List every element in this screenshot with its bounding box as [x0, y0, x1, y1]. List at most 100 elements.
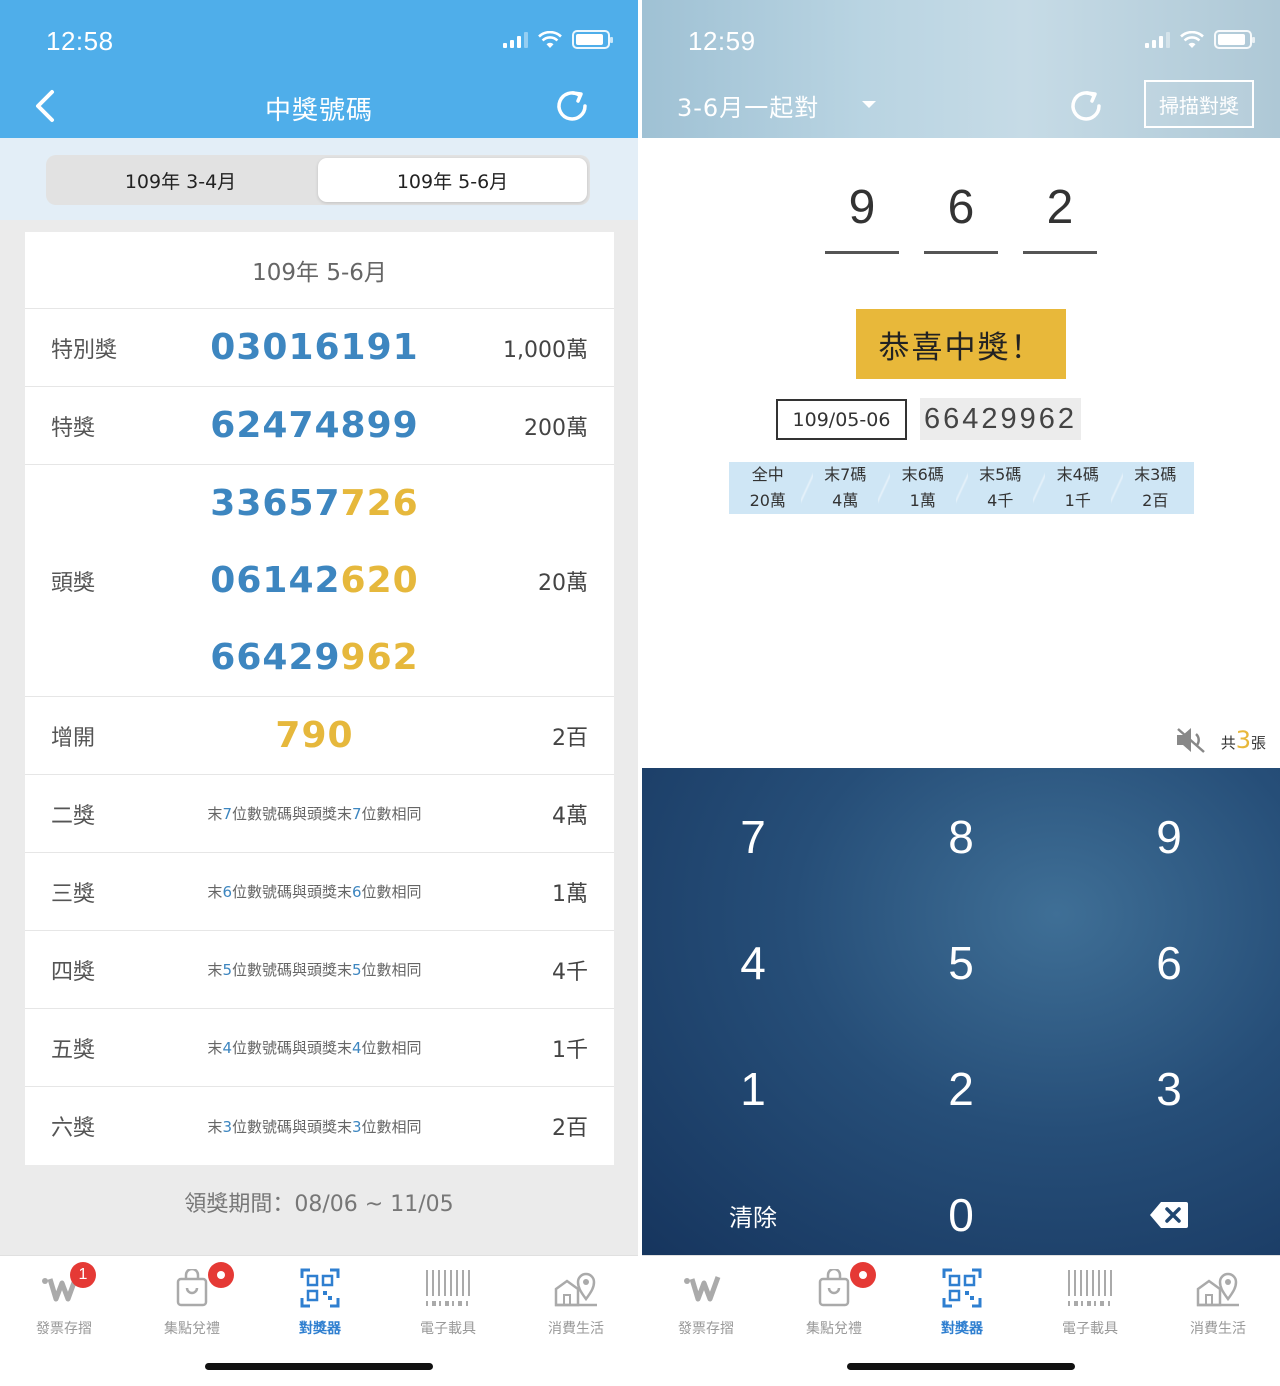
refresh-icon[interactable]	[552, 86, 592, 126]
prize-description: 末4位數號碼與頭獎末4位數相同	[207, 1039, 422, 1057]
status-bar: 12:58	[0, 0, 638, 84]
second-prize-row: 二獎 末7位數號碼與頭獎末7位數相同 4萬	[25, 775, 614, 853]
map-pin-icon	[1196, 1272, 1239, 1307]
prize-amount: 200萬	[524, 415, 588, 441]
home-indicator	[205, 1363, 433, 1370]
key-3[interactable]: 3	[1063, 1028, 1275, 1150]
special-prize-row: 特別獎 03016191 1,000萬	[25, 309, 614, 387]
prize-name: 六獎	[51, 1116, 96, 1141]
tab-invoice-book[interactable]: 1 發票存摺	[0, 1262, 128, 1338]
shopping-bag-icon	[818, 1269, 850, 1307]
page-title: 中獎號碼	[264, 96, 373, 126]
first-prize-number: 33657726	[210, 482, 419, 524]
prize-name: 特獎	[51, 415, 96, 441]
tab-lifestyle[interactable]: 消費生活	[1154, 1266, 1280, 1338]
sixth-prize-row: 六獎 末3位數號碼與頭獎末3位數相同 2百	[25, 1087, 614, 1165]
refresh-icon[interactable]	[1066, 86, 1106, 126]
fourth-prize-row: 四獎 末5位數號碼與頭獎末5位數相同 4千	[25, 931, 614, 1009]
wifi-icon	[538, 30, 562, 48]
winning-numbers-table: 109年 5-6月 特別獎 03016191 1,000萬 特獎 6247489…	[25, 232, 614, 1165]
ticket-number: 66429962	[920, 398, 1082, 440]
first-prize-number: 06142620	[210, 559, 419, 601]
counter-count: 3	[1235, 726, 1251, 754]
tab-label: 發票存摺	[36, 1321, 92, 1337]
tab-invoice-book[interactable]: 發票存摺	[642, 1266, 770, 1338]
prize-name: 特別獎	[51, 337, 118, 363]
first-prize-number: 66429962	[210, 637, 419, 679]
wifi-icon	[1180, 30, 1204, 48]
segment-period-5-6[interactable]: 109年 5-6月	[318, 158, 587, 202]
key-7[interactable]: 7	[647, 776, 859, 898]
barcode-icon	[1068, 1270, 1112, 1306]
prize-name: 四獎	[51, 959, 96, 985]
notification-dot	[850, 1262, 876, 1288]
key-6[interactable]: 6	[1063, 902, 1275, 1024]
ticket-counter: 共3張	[1175, 726, 1266, 754]
counter-prefix: 共	[1220, 734, 1236, 752]
tab-lifestyle[interactable]: 消費生活	[512, 1266, 638, 1338]
battery-icon	[572, 30, 613, 49]
prize-amount: 1,000萬	[503, 337, 588, 363]
status-time: 12:58	[46, 26, 114, 56]
status-time: 12:59	[688, 26, 756, 56]
status-bar: 12:59	[642, 0, 1280, 84]
tab-label: 發票存摺	[678, 1321, 734, 1337]
prize-amount: 2百	[552, 725, 588, 751]
entered-digits: 9 6 2	[825, 180, 1097, 254]
tab-lottery-checker[interactable]: 對獎器	[898, 1266, 1026, 1338]
key-1[interactable]: 1	[647, 1028, 859, 1150]
number-keypad: 7 8 9 4 5 6 1 2 3 清除 0	[642, 768, 1280, 1255]
prize-description: 末3位數號碼與頭獎末3位數相同	[207, 1117, 422, 1136]
prize-match-cell: 末5碼 4千	[955, 462, 1040, 514]
tab-label: 消費生活	[548, 1321, 604, 1337]
shopping-bag-icon	[176, 1269, 208, 1307]
prize-description: 末7位數號碼與頭獎末7位數相同	[207, 805, 422, 823]
tab-label: 集點兌禮	[164, 1321, 220, 1337]
prize-match-cell: 末4碼 1千	[1033, 462, 1117, 514]
prize-amount: 20萬	[538, 570, 588, 596]
tab-lottery-checker[interactable]: 對獎器	[256, 1266, 384, 1338]
key-8[interactable]: 8	[855, 776, 1067, 898]
tab-e-carrier[interactable]: 電子載具	[384, 1266, 512, 1338]
period-selector-bar: 109年 3-4月 109年 5-6月	[0, 138, 638, 220]
qr-scan-icon	[300, 1268, 340, 1308]
tab-label: 電子載具	[1062, 1321, 1118, 1337]
counter-suffix: 張	[1250, 734, 1266, 752]
digit-slot: 9	[825, 180, 899, 254]
key-4[interactable]: 4	[647, 902, 859, 1024]
tab-points-gifts[interactable]: 集點兌禮	[128, 1262, 256, 1338]
tab-label: 對獎器	[941, 1321, 983, 1337]
nav-bar: 中獎號碼	[0, 84, 638, 138]
win-banner: 恭喜中獎！	[856, 309, 1066, 379]
tab-e-carrier[interactable]: 電子載具	[1026, 1266, 1154, 1338]
tab-points-gifts[interactable]: 集點兌禮	[770, 1262, 898, 1338]
prize-name: 五獎	[51, 1037, 96, 1063]
key-5[interactable]: 5	[855, 902, 1067, 1024]
special-prize-number: 03016191	[210, 327, 419, 368]
prize-description: 末6位數號碼與頭獎末6位數相同	[207, 883, 422, 901]
map-pin-icon	[554, 1272, 597, 1307]
key-9[interactable]: 9	[1063, 776, 1275, 898]
fifth-prize-row: 五獎 末4位數號碼與頭獎末4位數相同 1千	[25, 1009, 614, 1087]
notification-dot	[208, 1262, 234, 1288]
chevron-down-icon[interactable]	[862, 101, 876, 108]
winning-numbers-screen: 12:58 中獎號碼 109年 3-4月 109年 5-6月 109年 5-6月…	[0, 0, 638, 1386]
prize-match-cell: 末6碼 1萬	[878, 462, 962, 514]
grand-prize-row: 特獎 62474899 200萬	[25, 387, 614, 465]
prize-match-cell: 末3碼 2百	[1110, 462, 1195, 514]
table-period-header: 109年 5-6月	[25, 232, 614, 309]
digit-slot: 2	[1023, 180, 1097, 254]
prize-name: 頭獎	[51, 570, 96, 596]
tab-bar: 1 發票存摺 集點兌禮 對獎器 電子載具 消費生活	[0, 1255, 638, 1386]
scan-check-button[interactable]: 掃描對獎	[1144, 80, 1254, 128]
prize-match-cell: 全中 20萬	[749, 465, 786, 510]
cellular-signal-icon	[503, 31, 528, 48]
segment-period-3-4[interactable]: 109年 3-4月	[46, 155, 315, 205]
period-dropdown[interactable]: 3-6月一起對	[677, 88, 819, 123]
prize-amount: 2百	[552, 1116, 588, 1141]
first-prize-row: 頭獎 33657726 06142620 66429962 20萬	[25, 465, 614, 697]
mute-speaker-icon[interactable]	[1175, 726, 1207, 754]
tab-label: 對獎器	[299, 1321, 341, 1337]
third-prize-row: 三獎 末6位數號碼與頭獎末6位數相同 1萬	[25, 853, 614, 931]
key-2[interactable]: 2	[855, 1028, 1067, 1150]
